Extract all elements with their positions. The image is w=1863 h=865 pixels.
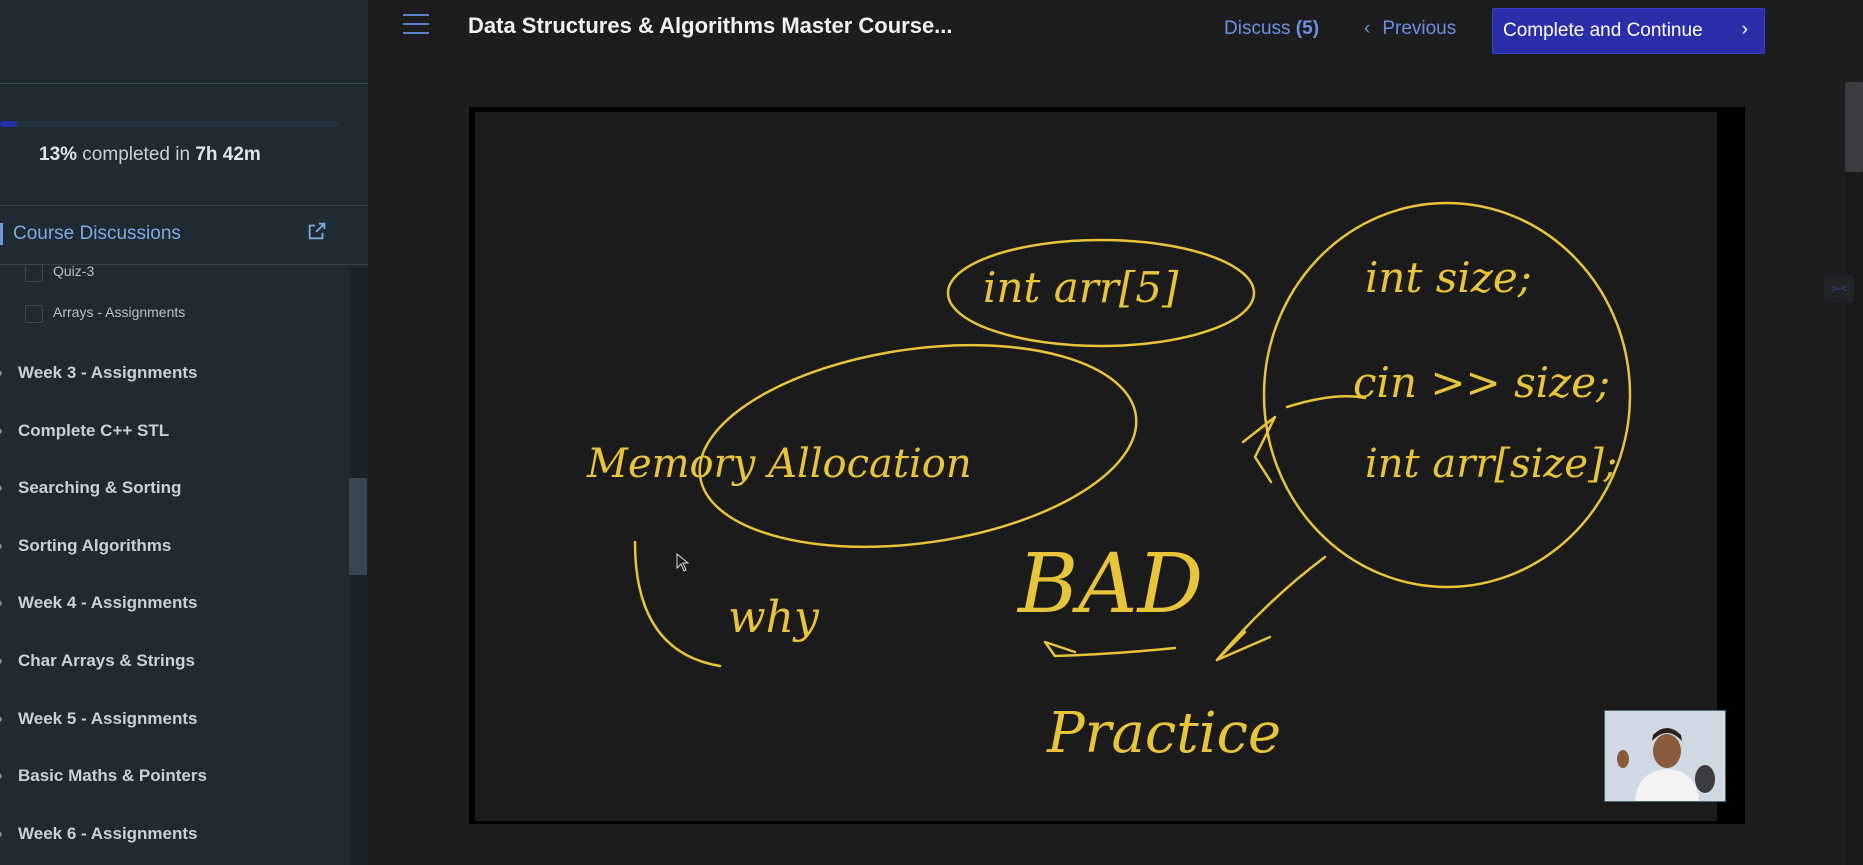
section-label: Basic Maths & Pointers xyxy=(18,766,207,785)
discuss-link[interactable]: Discuss (5) xyxy=(1224,18,1319,40)
active-marker xyxy=(0,223,3,245)
previous-link[interactable]: ‹ Previous xyxy=(1364,18,1456,40)
section-sorting-algorithms[interactable]: › Sorting Algorithms xyxy=(0,527,350,567)
chevron-right-icon: › xyxy=(0,710,3,726)
note-cin-size: cin >> size; xyxy=(1353,358,1610,407)
course-discussions-link[interactable]: Course Discussions xyxy=(0,205,368,265)
instructor-avatar xyxy=(1605,711,1725,801)
instructor-webcam xyxy=(1604,710,1726,802)
sidebar-header xyxy=(0,0,368,84)
note-int-arr-5: int arr[5] xyxy=(983,263,1179,312)
chevron-right-icon: › xyxy=(0,537,3,553)
course-progress-bar xyxy=(0,121,338,127)
chevron-right-icon: › xyxy=(0,825,3,841)
note-int-size: int size; xyxy=(1365,253,1532,302)
chevron-left-icon: ‹ xyxy=(1364,18,1371,39)
section-label: Char Arrays & Strings xyxy=(18,651,195,670)
section-label: Week 4 - Assignments xyxy=(18,593,198,612)
lecture-item-label: Quiz-3 xyxy=(53,263,95,279)
chevron-right-icon: › xyxy=(0,652,3,668)
section-week-5-assignments[interactable]: › Week 5 - Assignments xyxy=(0,700,350,740)
chevron-right-icon: › xyxy=(0,422,3,438)
note-bad: BAD xyxy=(1016,537,1203,632)
progress-time: 7h 42m xyxy=(195,144,261,165)
section-label: Sorting Algorithms xyxy=(18,536,172,555)
chevron-right-icon: › xyxy=(0,767,3,783)
whiteboard-video-frame[interactable]: int arr[5] int size; cin >> size; int ar… xyxy=(475,112,1717,821)
section-week-6-assignments[interactable]: › Week 6 - Assignments xyxy=(0,815,350,855)
assignment-icon xyxy=(25,305,43,323)
page-scrollbar-thumb[interactable] xyxy=(1845,82,1863,172)
note-why: why xyxy=(728,592,820,643)
progress-middle-text: completed in xyxy=(77,144,196,165)
page-scrollbar[interactable] xyxy=(1845,82,1863,865)
section-basic-maths-pointers[interactable]: › Basic Maths & Pointers xyxy=(0,757,350,797)
section-label: Week 6 - Assignments xyxy=(18,824,198,843)
section-label: Week 5 - Assignments xyxy=(18,709,198,728)
chevron-right-icon: › xyxy=(1741,19,1748,40)
whiteboard-text-layer: int arr[5] int size; cin >> size; int ar… xyxy=(586,253,1617,766)
section-label: Week 3 - Assignments xyxy=(18,363,198,382)
note-int-arr-size: int arr[size]; xyxy=(1365,441,1617,487)
course-sidebar: 13% completed in 7h 42m Course Discussio… xyxy=(0,0,368,865)
chevron-right-icon: › xyxy=(0,364,3,380)
code-toggle-icon[interactable]: >-< xyxy=(1824,275,1854,303)
complete-and-continue-button[interactable]: Complete and Continue › xyxy=(1492,8,1765,54)
external-link-icon[interactable] xyxy=(306,220,328,242)
previous-label: Previous xyxy=(1382,18,1457,39)
progress-percent: 13% xyxy=(39,144,78,165)
section-week-4-assignments[interactable]: › Week 4 - Assignments xyxy=(0,584,350,624)
section-searching-sorting[interactable]: › Searching & Sorting xyxy=(0,469,350,509)
section-char-arrays-strings[interactable]: › Char Arrays & Strings xyxy=(0,642,350,682)
section-complete-cpp-stl[interactable]: › Complete C++ STL xyxy=(0,412,350,452)
section-label: Searching & Sorting xyxy=(18,478,182,497)
hamburger-menu-icon[interactable] xyxy=(403,14,429,38)
quiz-icon xyxy=(25,264,43,282)
discuss-count: (5) xyxy=(1295,18,1320,39)
complete-label: Complete and Continue xyxy=(1503,20,1703,41)
chevron-right-icon: › xyxy=(0,594,3,610)
progress-summary: 13% completed in 7h 42m xyxy=(39,144,261,166)
section-label: Complete C++ STL xyxy=(18,421,170,440)
course-progress-fill xyxy=(0,121,17,127)
chevron-right-icon: › xyxy=(0,479,3,495)
section-week-3-assignments[interactable]: › Week 3 - Assignments xyxy=(0,354,350,394)
discuss-label: Discuss xyxy=(1224,18,1291,39)
course-discussions-label: Course Discussions xyxy=(13,223,181,244)
mouse-cursor-icon xyxy=(676,553,690,572)
course-title: Data Structures & Algorithms Master Cour… xyxy=(468,13,953,38)
lecture-item-label: Arrays - Assignments xyxy=(53,304,186,320)
sidebar-scrollbar-thumb[interactable] xyxy=(349,478,367,575)
note-memory-allocation: Memory Allocation xyxy=(586,441,972,487)
note-practice: Practice xyxy=(1046,701,1281,766)
